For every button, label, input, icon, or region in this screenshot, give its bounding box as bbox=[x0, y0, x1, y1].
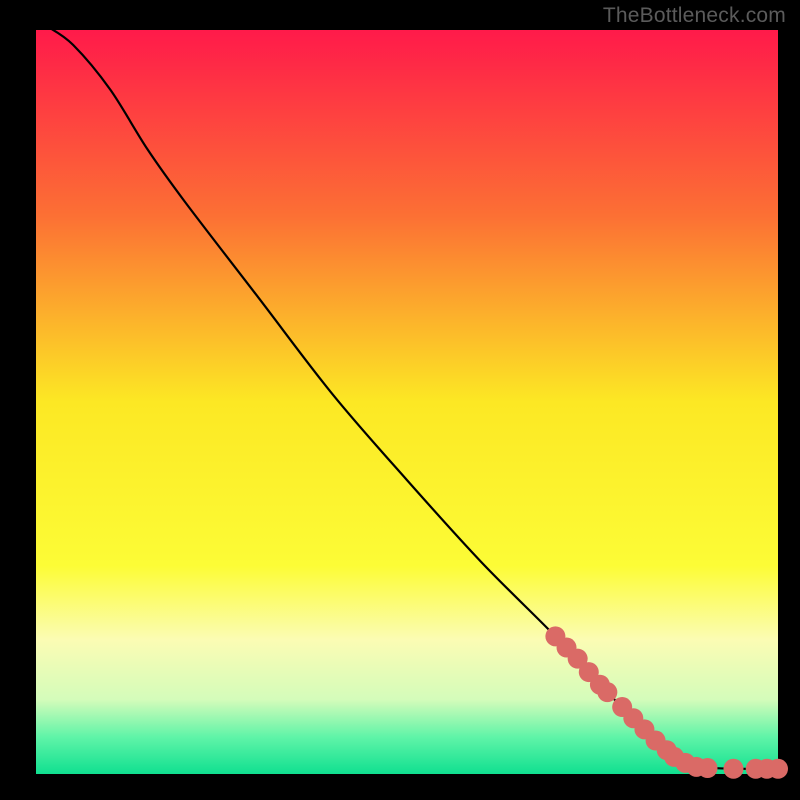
data-marker bbox=[597, 682, 617, 702]
watermark-text: TheBottleneck.com bbox=[603, 4, 786, 28]
bottleneck-chart: TheBottleneck.com bbox=[0, 0, 800, 800]
data-marker bbox=[768, 759, 788, 779]
data-marker bbox=[723, 759, 743, 779]
chart-svg bbox=[0, 0, 800, 800]
data-marker bbox=[698, 758, 718, 778]
gradient-background bbox=[36, 30, 778, 774]
